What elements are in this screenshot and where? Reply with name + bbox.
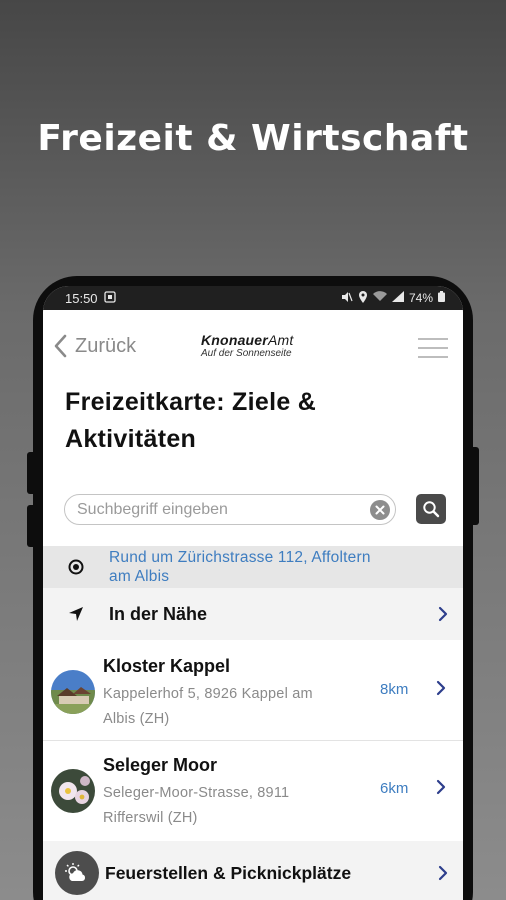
list-item[interactable]: Kloster Kappel Kappelerhof 5, 8926 Kappe… <box>43 642 463 740</box>
place-distance: 6km <box>380 780 409 797</box>
promo-headline: Freizeit & Wirtschaft <box>37 118 469 159</box>
target-location-icon <box>68 559 84 575</box>
search-button[interactable] <box>416 494 446 524</box>
page-title-line1: Freizeitkarte: Ziele & <box>65 388 317 416</box>
page-title-line2: Aktivitäten <box>65 425 197 453</box>
logo-tagline: Auf der Sonnenseite <box>201 348 292 359</box>
mute-icon <box>341 291 353 306</box>
category-row[interactable]: Feuerstellen & Picknickplätze <box>43 841 463 900</box>
search-input[interactable]: Suchbegriff eingeben <box>64 494 396 525</box>
nav-bar: Zurück KnonauerAmt Auf der Sonnenseite <box>43 310 463 382</box>
search-placeholder: Suchbegriff eingeben <box>77 500 228 518</box>
weather-campfire-icon <box>55 851 99 895</box>
chevron-right-icon <box>436 680 446 696</box>
hamburger-menu-icon[interactable] <box>418 338 448 358</box>
chevron-right-icon <box>438 865 448 881</box>
phone-screen: 15:50 74% Zurück KnonauerAmt Auf der Son… <box>43 286 463 900</box>
place-thumbnail <box>51 670 95 714</box>
status-time: 15:50 <box>65 290 98 306</box>
wifi-icon <box>372 291 387 305</box>
logo-text-bold: Knonauer <box>201 332 268 348</box>
signal-icon <box>391 291 404 305</box>
location-status-icon <box>358 290 368 306</box>
place-address: Seleger-Moor-Strasse, 8911 Rifferswil (Z… <box>103 781 353 831</box>
chevron-right-icon <box>438 606 448 622</box>
place-address-line2: Albis (ZH) <box>103 711 170 727</box>
location-line1: Rund um Zürichstrasse 112, Affoltern <box>109 549 371 566</box>
screenshot-icon <box>103 290 116 306</box>
place-address-line1: Seleger-Moor-Strasse, 8911 <box>103 785 290 801</box>
nearby-label: In der Nähe <box>109 603 208 624</box>
clear-search-icon[interactable] <box>370 500 390 520</box>
brand-logo: KnonauerAmt Auf der Sonnenseite <box>201 332 293 359</box>
page-title: Freizeitkarte: Ziele & Aktivitäten <box>43 384 463 458</box>
search-row: Suchbegriff eingeben <box>43 492 463 526</box>
back-label: Zurück <box>75 334 137 357</box>
chevron-left-icon <box>54 334 67 358</box>
place-thumbnail <box>51 769 95 813</box>
search-icon <box>423 501 440 518</box>
battery-percent: 74% <box>408 291 433 305</box>
place-address-line2: Rifferswil (ZH) <box>103 810 198 826</box>
place-distance: 8km <box>380 681 409 698</box>
location-line2: am Albis <box>109 568 170 585</box>
logo-text-thin: Amt <box>267 332 294 348</box>
navigation-arrow-icon <box>69 607 83 621</box>
battery-icon <box>438 291 445 305</box>
place-name: Kloster Kappel <box>103 656 231 676</box>
category-label: Feuerstellen & Picknickplätze <box>105 862 352 883</box>
place-address-line1: Kappelerhof 5, 8926 Kappel am <box>103 686 313 702</box>
chevron-right-icon <box>436 779 446 795</box>
list-item[interactable]: Seleger Moor Seleger-Moor-Strasse, 8911 … <box>43 741 463 839</box>
place-name: Seleger Moor <box>103 755 218 775</box>
place-address: Kappelerhof 5, 8926 Kappel am Albis (ZH) <box>103 682 353 732</box>
current-location-bar[interactable]: Rund um Zürichstrasse 112, Affoltern am … <box>43 546 463 588</box>
nearby-row[interactable]: In der Nähe <box>43 588 463 640</box>
back-button[interactable]: Zurück <box>53 334 136 358</box>
status-bar: 15:50 74% <box>43 286 463 310</box>
